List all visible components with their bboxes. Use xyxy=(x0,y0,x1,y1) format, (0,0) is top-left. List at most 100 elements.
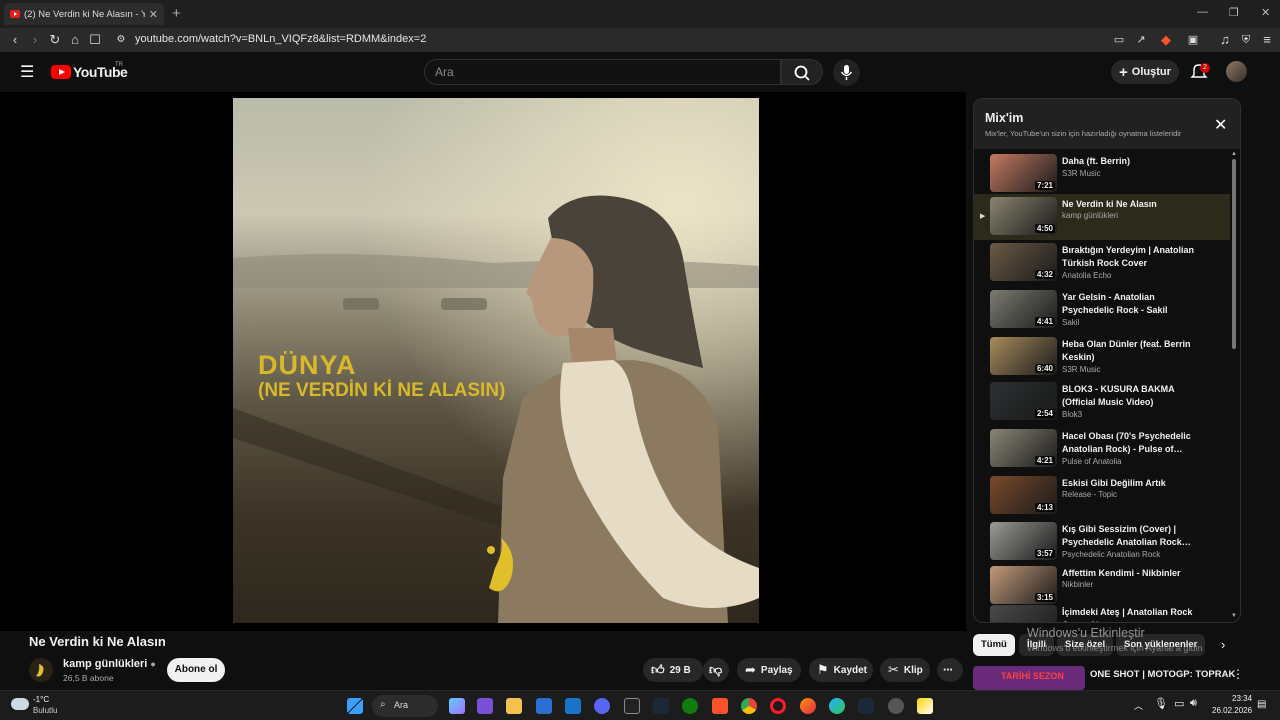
close-window-icon[interactable]: ✕ xyxy=(1261,6,1270,19)
vpn-icon[interactable]: ⛨ xyxy=(1237,31,1255,49)
playlist-item[interactable]: İçimdeki Ateş | Anatolian Rock Cover AI xyxy=(974,602,1230,622)
save-button[interactable]: ⚑ Kaydet xyxy=(809,658,873,682)
brave-icon[interactable] xyxy=(712,698,728,714)
back-icon[interactable]: ‹ xyxy=(6,31,24,49)
menu-icon[interactable]: ≡ xyxy=(1258,31,1276,49)
outlook-icon[interactable] xyxy=(565,698,581,714)
next-video-menu-icon[interactable]: ⋮ xyxy=(1232,667,1244,681)
home-icon[interactable]: ⌂ xyxy=(66,31,84,49)
playlist-item[interactable]: 2:54 BLOK3 - KUSURA BAKMA (Official Music… xyxy=(974,379,1230,425)
playlist-item-thumbnail[interactable]: 3:57 xyxy=(990,522,1057,560)
playlist-item[interactable]: ▶ 4:50 Ne Verdin ki Ne Alasın kamp günlükle… xyxy=(974,194,1230,240)
share-button[interactable]: ➦ Paylaş xyxy=(737,658,801,682)
cast-icon[interactable]: ▭ xyxy=(1110,31,1128,49)
playlist-item[interactable]: 7:21 Daha (ft. Berrin) S3R Music xyxy=(974,151,1230,197)
youtube-logo-icon[interactable] xyxy=(51,65,71,79)
site-info-icon[interactable]: ⚙ xyxy=(112,31,130,49)
next-video-title[interactable]: ONE SHOT | MOTOGP: TOPRAK xyxy=(1090,669,1235,680)
playlist-item[interactable]: 6:40 Heba Olan Dünler (feat. Berrin Keski… xyxy=(974,334,1230,380)
address-bar[interactable]: youtube.com/watch?v=BNLn_VIQFz8&list=RDM… xyxy=(135,33,426,45)
clip-button[interactable]: ✂ Klip xyxy=(880,658,930,682)
playlist-item-thumbnail[interactable]: 4:21 xyxy=(990,429,1057,467)
playlist-item[interactable]: 3:57 Kış Gibi Sessizim (Cover) | Psychede… xyxy=(974,519,1230,565)
playlist-item-channel: Blok3 xyxy=(1062,410,1083,419)
discord-icon[interactable] xyxy=(594,698,610,714)
file-explorer-icon[interactable] xyxy=(506,698,522,714)
playlist-item[interactable]: 4:21 Hacel Obası (70's Psychedelic Anatol… xyxy=(974,426,1230,472)
firefox-icon[interactable] xyxy=(800,698,816,714)
subscribe-button[interactable]: Abone ol xyxy=(167,658,225,682)
clock-time[interactable]: 23:34 xyxy=(1232,694,1252,703)
video-player[interactable]: DÜNYA (NE VERDİN Kİ NE ALASIN) xyxy=(0,92,966,631)
bookmark-icon[interactable]: ☐ xyxy=(86,31,104,49)
playlist-scrollbar[interactable] xyxy=(1232,159,1236,349)
playlist-item[interactable]: 4:13 Eskisi Gibi Değilim Artık Release - T… xyxy=(974,473,1230,519)
steam-icon[interactable] xyxy=(653,698,669,714)
more-actions-button[interactable]: ⋯ xyxy=(937,658,963,682)
scroll-down-icon[interactable]: ▼ xyxy=(1231,613,1237,619)
playlist-item-thumbnail[interactable] xyxy=(990,605,1057,622)
playlist-item-thumbnail[interactable]: 6:40 xyxy=(990,337,1057,375)
new-tab-button[interactable]: + xyxy=(172,5,181,22)
channel-avatar[interactable] xyxy=(29,658,53,682)
app-icon[interactable] xyxy=(917,698,933,714)
clock-date[interactable]: 26.02.2026 xyxy=(1212,706,1252,715)
taskbar-search[interactable]: ⌕ Ara xyxy=(372,695,438,717)
steam-app-icon[interactable] xyxy=(858,698,874,714)
playlist-item-thumbnail[interactable]: 4:50 xyxy=(990,197,1057,235)
playlist-item-thumbnail[interactable]: 4:32 xyxy=(990,243,1057,281)
taskview-icon[interactable] xyxy=(477,698,493,714)
dislike-button[interactable]: 👎︎ xyxy=(703,658,729,682)
maximize-icon[interactable]: ❐ xyxy=(1229,6,1239,19)
media-icon[interactable]: ♫ xyxy=(1216,31,1234,49)
network-icon[interactable]: ▭ xyxy=(1174,697,1184,710)
opera-icon[interactable] xyxy=(770,698,786,714)
close-playlist-icon[interactable]: ✕ xyxy=(1214,115,1227,135)
next-video-thumbnail[interactable]: TARİHİ SEZON xyxy=(973,666,1085,690)
scroll-up-icon[interactable]: ▲ xyxy=(1231,151,1237,157)
create-button[interactable]: + Oluştur xyxy=(1111,60,1179,84)
xbox-icon[interactable] xyxy=(682,698,698,714)
obs-icon[interactable] xyxy=(888,698,904,714)
search-button[interactable] xyxy=(781,59,823,85)
search-input[interactable]: Ara xyxy=(424,59,781,85)
notification-center-icon[interactable]: ▤ xyxy=(1257,699,1266,710)
epic-games-icon[interactable] xyxy=(624,698,640,714)
playlist-item-thumbnail[interactable]: 4:13 xyxy=(990,476,1057,514)
tray-expand-icon[interactable]: ︿ xyxy=(1134,699,1143,712)
edge-icon[interactable] xyxy=(829,698,845,714)
chrome-icon[interactable] xyxy=(741,698,757,714)
weather-cloud-icon[interactable] xyxy=(11,698,29,710)
sidebar-icon[interactable]: ▣ xyxy=(1184,31,1202,49)
volume-icon[interactable]: 🔊︎ xyxy=(1190,697,1197,710)
playlist-item-thumbnail[interactable]: 4:41 xyxy=(990,290,1057,328)
playlist-item[interactable]: 4:32 Bıraktığın Yerdeyim | Anatolian Türk… xyxy=(974,240,1230,286)
playlist-item-thumbnail[interactable]: 3:15 xyxy=(990,566,1057,604)
windows-start-icon[interactable] xyxy=(347,698,363,714)
copilot-icon[interactable] xyxy=(449,698,465,714)
minimize-icon[interactable]: — xyxy=(1197,6,1208,18)
channel-name[interactable]: kamp günlükleri ● xyxy=(63,658,156,670)
reload-icon[interactable]: ↻ xyxy=(46,31,64,49)
store-icon[interactable] xyxy=(536,698,552,714)
brave-shield-icon[interactable]: ◆ xyxy=(1157,31,1175,49)
playlist-item-thumbnail[interactable]: 7:21 xyxy=(990,154,1057,192)
playlist-item-channel: Anatolia Echo xyxy=(1062,271,1112,280)
like-button[interactable]: 👍︎ 29 B xyxy=(643,658,703,682)
playlist-item[interactable]: 4:41 Yar Gelsin - Anatolian Psychedelic R… xyxy=(974,287,1230,333)
playlist-item-thumbnail[interactable]: 2:54 xyxy=(990,382,1057,420)
share-page-icon[interactable]: ↗ xyxy=(1132,31,1150,49)
voice-search-button[interactable] xyxy=(833,59,860,86)
chip-all[interactable]: Tümü xyxy=(973,634,1015,656)
notification-badge: 2 xyxy=(1200,63,1210,73)
close-tab-icon[interactable]: ✕ xyxy=(149,8,158,21)
chips-next-icon[interactable]: › xyxy=(1221,637,1225,652)
user-avatar[interactable] xyxy=(1226,61,1247,82)
channel-logo-icon xyxy=(36,664,44,677)
playlist-item-duration: 3:57 xyxy=(1034,549,1055,558)
mic-tray-icon[interactable]: 🎙︎ xyxy=(1154,697,1168,710)
video-frame[interactable]: DÜNYA (NE VERDİN Kİ NE ALASIN) xyxy=(233,98,759,623)
browser-tab[interactable]: (2) Ne Verdin ki Ne Alasın - YouTube ✕ xyxy=(4,3,164,25)
hamburger-menu-icon[interactable]: ☰ xyxy=(20,62,34,82)
forward-icon[interactable]: › xyxy=(26,31,44,49)
